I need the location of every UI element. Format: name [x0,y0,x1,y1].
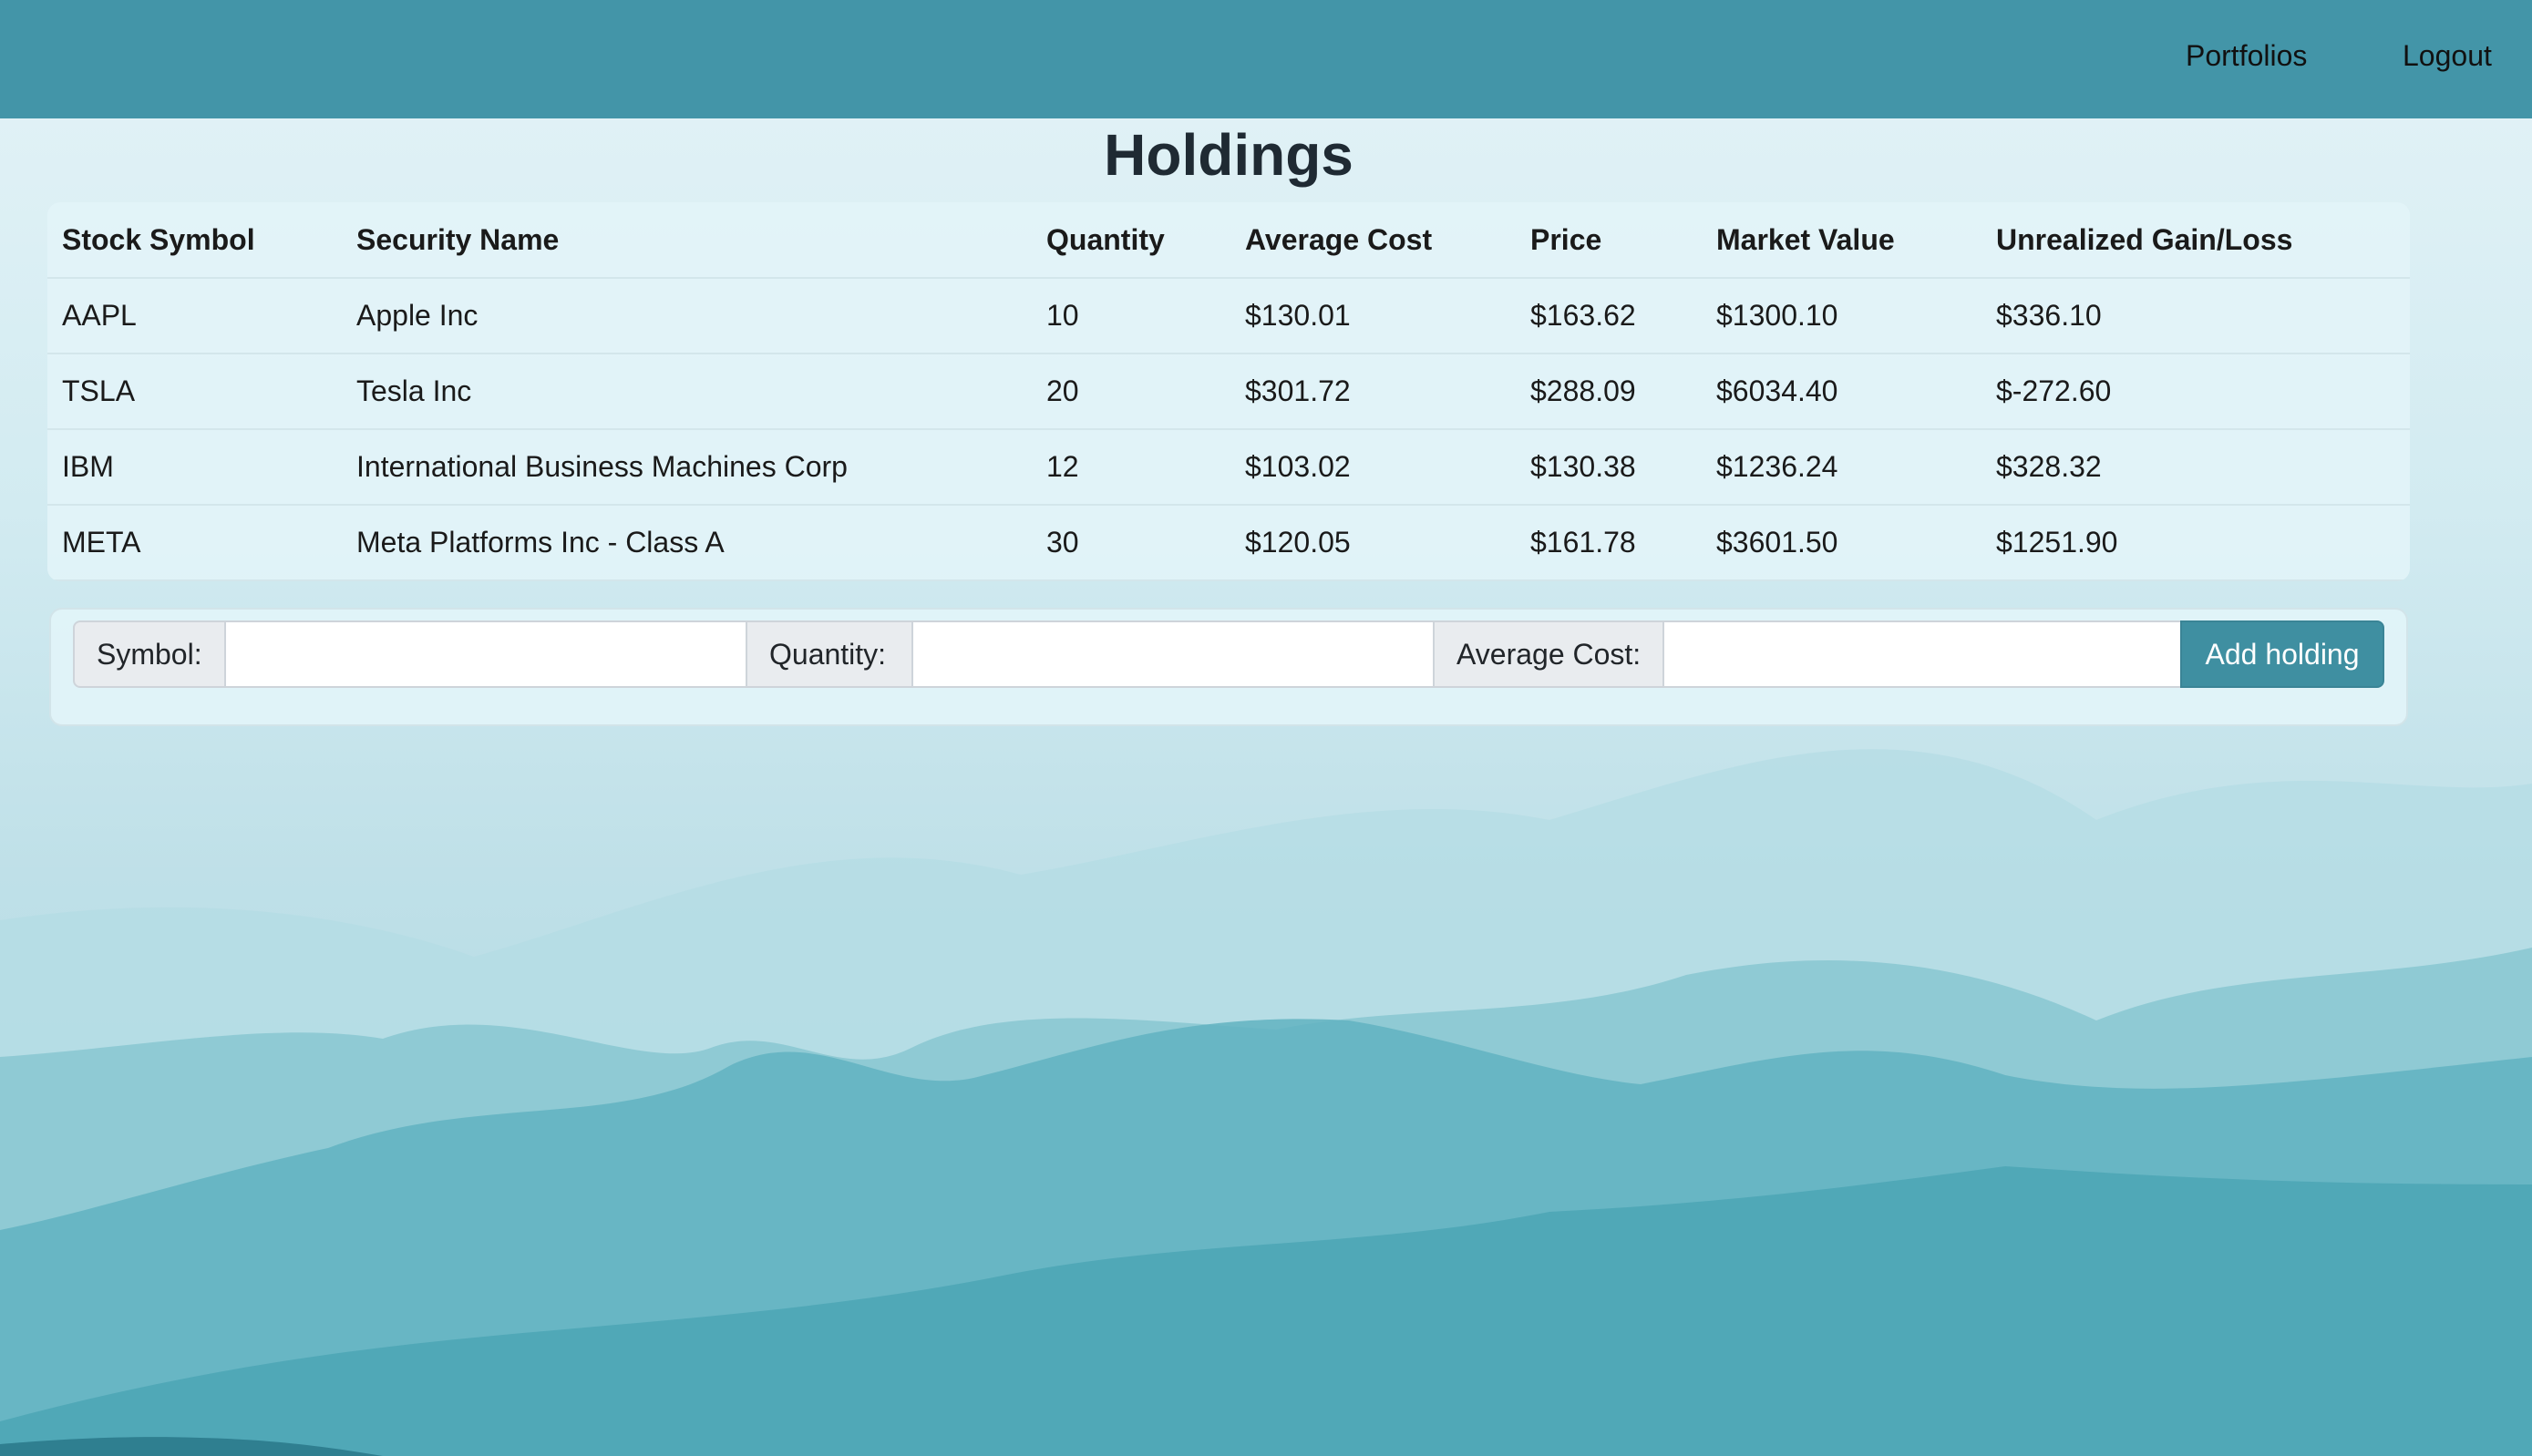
table-row: AAPL Apple Inc 10 $130.01 $163.62 $1300.… [47,278,2410,354]
cell-price: $130.38 [1516,429,1702,506]
header-average-cost: Average Cost [1230,202,1516,279]
average-cost-input[interactable] [1664,620,2180,688]
cell-gain-loss: $1251.90 [1981,505,2410,581]
cell-market-value: $1236.24 [1702,429,1981,506]
cell-average-cost: $130.01 [1230,278,1516,354]
add-holding-button[interactable]: Add holding [2180,620,2384,688]
top-navbar: Portfolios Logout [0,0,2532,118]
cell-price: $163.62 [1516,278,1702,354]
cell-average-cost: $103.02 [1230,429,1516,506]
cell-security-name: Meta Platforms Inc - Class A [342,505,1032,581]
table-row: IBM International Business Machines Corp… [47,429,2410,506]
header-unrealized-gain-loss: Unrealized Gain/Loss [1981,202,2410,279]
nav-portfolios-link[interactable]: Portfolios [2186,35,2307,77]
cell-market-value: $6034.40 [1702,354,1981,430]
quantity-input[interactable] [913,620,1433,688]
symbol-label: Symbol: [73,620,226,688]
header-price: Price [1516,202,1702,279]
cell-price: $161.78 [1516,505,1702,581]
table-row: META Meta Platforms Inc - Class A 30 $12… [47,505,2410,581]
quantity-label: Quantity: [746,620,913,688]
cell-quantity: 10 [1032,278,1230,354]
cell-price: $288.09 [1516,354,1702,430]
cell-gain-loss: $-272.60 [1981,354,2410,430]
cell-symbol: META [47,505,342,581]
cell-quantity: 20 [1032,354,1230,430]
page-title: Holdings [1104,122,1353,188]
add-holding-input-group: Symbol: Quantity: Average Cost: Add hold… [73,620,2384,688]
cell-symbol: AAPL [47,278,342,354]
cell-symbol: TSLA [47,354,342,430]
symbol-input[interactable] [226,620,746,688]
cell-quantity: 30 [1032,505,1230,581]
header-security-name: Security Name [342,202,1032,279]
average-cost-label: Average Cost: [1433,620,1664,688]
table-row: TSLA Tesla Inc 20 $301.72 $288.09 $6034.… [47,354,2410,430]
nav-logout-link[interactable]: Logout [2403,35,2492,77]
cell-quantity: 12 [1032,429,1230,506]
cell-security-name: Apple Inc [342,278,1032,354]
cell-security-name: Tesla Inc [342,354,1032,430]
cell-market-value: $3601.50 [1702,505,1981,581]
cell-security-name: International Business Machines Corp [342,429,1032,506]
cell-average-cost: $120.05 [1230,505,1516,581]
table-header-row: Stock Symbol Security Name Quantity Aver… [47,202,2410,279]
header-stock-symbol: Stock Symbol [47,202,342,279]
holdings-table-container: Stock Symbol Security Name Quantity Aver… [47,202,2410,581]
holdings-table: Stock Symbol Security Name Quantity Aver… [47,202,2410,581]
header-market-value: Market Value [1702,202,1981,279]
cell-average-cost: $301.72 [1230,354,1516,430]
add-holding-form: Symbol: Quantity: Average Cost: Add hold… [49,608,2408,726]
cell-symbol: IBM [47,429,342,506]
cell-gain-loss: $328.32 [1981,429,2410,506]
header-quantity: Quantity [1032,202,1230,279]
cell-gain-loss: $336.10 [1981,278,2410,354]
cell-market-value: $1300.10 [1702,278,1981,354]
